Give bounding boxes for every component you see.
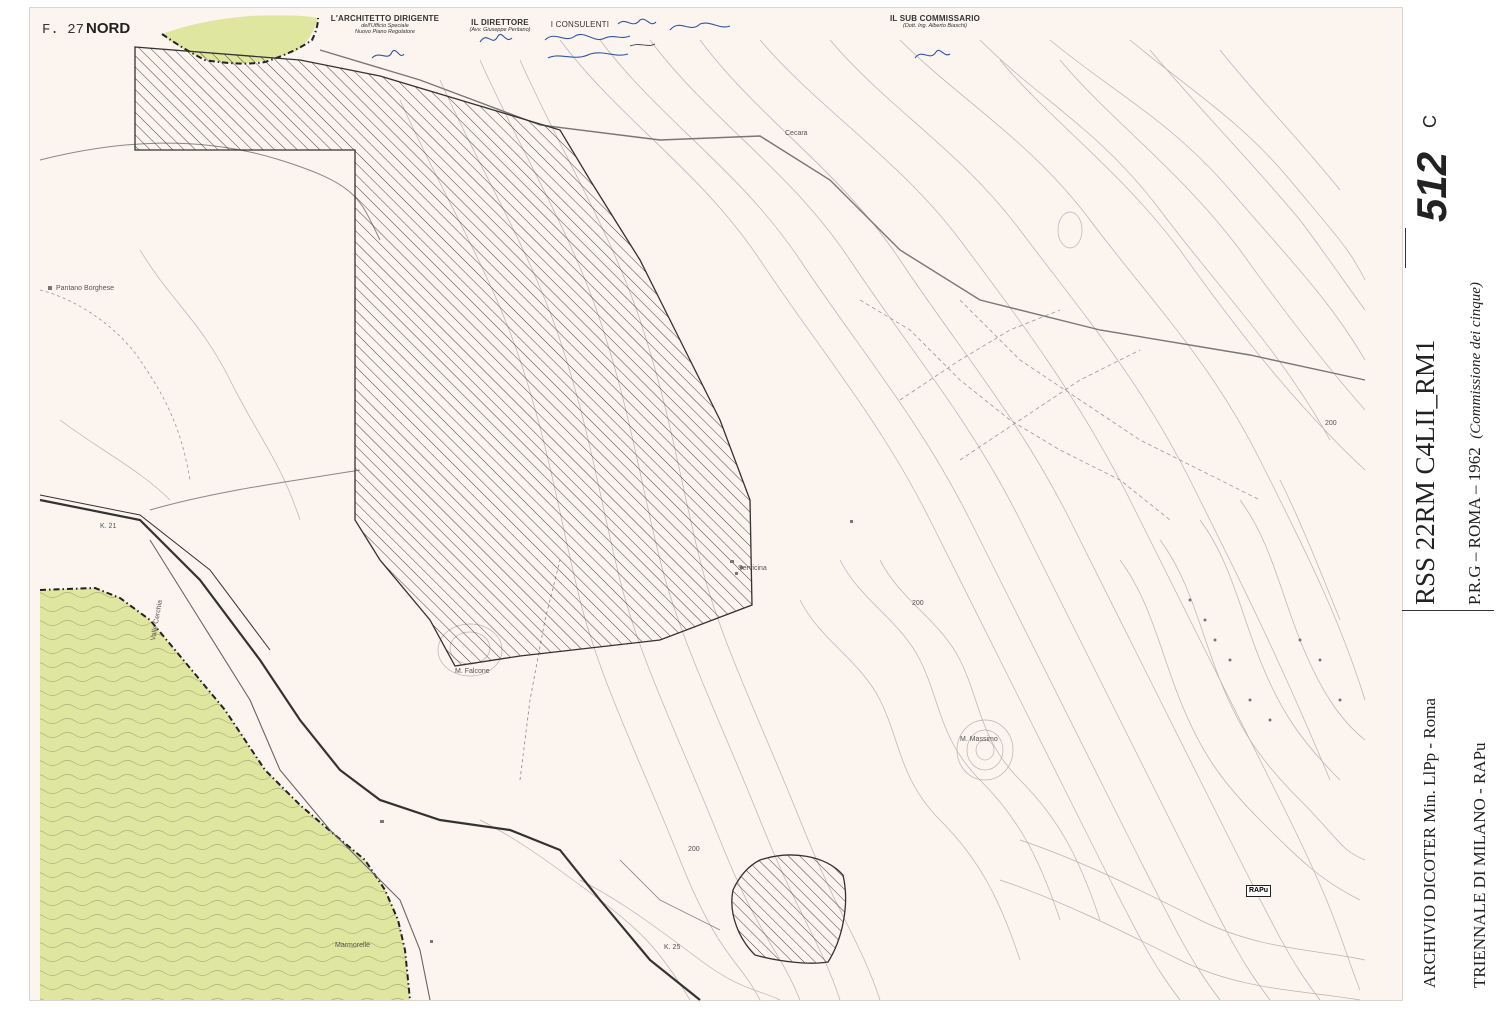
signature-sub-commissioner: [914, 49, 951, 59]
signature-consultant-3: [617, 18, 657, 25]
archive-source: ARCHIVIO DICOTER Min. LlPp - Roma: [1420, 698, 1439, 988]
rapu-stamp: RAPu: [1246, 885, 1272, 897]
place-label-pantano: Pantano Borghese: [56, 285, 114, 292]
signature-consultant-1: [544, 34, 631, 41]
km-marker-25: K. 25: [664, 944, 681, 951]
sheet-suffix: C: [1420, 115, 1440, 128]
elevation-label-2: 200: [688, 846, 700, 853]
signatures: [371, 18, 951, 59]
elevation-label-1: 200: [912, 600, 924, 607]
archive-triennale: TRIENNALE DI MILANO - RAPu: [1470, 742, 1489, 988]
place-label-massimo: M. Massimo: [960, 736, 998, 743]
place-label-marmorelle: Marmorelle: [335, 942, 371, 949]
signature-architect: [371, 50, 405, 59]
signature-consultant-4: [669, 22, 731, 31]
plan-line: P.R.G – ROMA – 1962 (Commissione dei cin…: [1465, 282, 1485, 605]
km-marker-21: K. 21: [100, 523, 117, 530]
strip-divider: [1405, 228, 1406, 268]
elevation-label-3: 200: [1325, 420, 1337, 427]
hatched-zone-south[interactable]: [731, 854, 847, 964]
plan-note: (Commissione dei cinque): [1468, 282, 1484, 439]
place-label-falcone: M. Falcone: [455, 668, 490, 675]
place-label-cecara: Cecara: [785, 130, 808, 137]
signature-director: [479, 34, 513, 43]
topographic-map[interactable]: [0, 0, 1500, 1016]
archive-code: RSS 22RM C4LII_RM1: [1410, 339, 1440, 605]
signature-consultant-2: [547, 52, 629, 59]
plan-title: P.R.G – ROMA – 1962: [1465, 447, 1484, 605]
place-label-servicina: Servicina: [738, 565, 767, 572]
sheet-number: 512: [1408, 151, 1455, 222]
strip-rule: [1402, 610, 1494, 611]
green-zone-contours: [40, 588, 410, 1000]
